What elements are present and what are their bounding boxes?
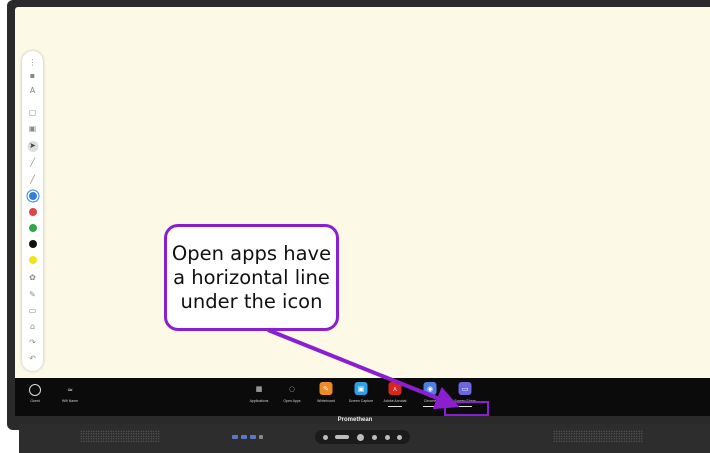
more-icon[interactable]: ⋮ <box>28 58 38 68</box>
pen-icon[interactable]: ╱ <box>28 158 38 168</box>
callout-box: Open apps have a horizontal line under t… <box>164 224 339 331</box>
select-icon-glyph: ➤ <box>27 141 38 152</box>
screen-share-app-icon[interactable]: ▭ <box>458 382 472 395</box>
color-red-dot <box>28 208 37 216</box>
whiteboard-canvas[interactable] <box>15 7 710 378</box>
wifi-label: Wifi Name <box>61 399 79 403</box>
eraser-icon-glyph: ▭ <box>28 306 37 315</box>
open-apps-icon[interactable]: ◌ <box>285 382 299 395</box>
screenshot: ⋮ ▪ A ▢ ▣ ➤ ╱ ╱ ✿ ✎ ▭ ⌂ ↷ ↶ Guest ≈ Wifi Name ▦ Applic… <box>0 0 710 453</box>
sensor-icon <box>322 434 328 440</box>
freeze-button[interactable] <box>397 434 403 440</box>
callout-line-2: a horizontal line <box>173 265 330 289</box>
page-icon-glyph: ▢ <box>28 108 37 117</box>
eraser-icon[interactable]: ▭ <box>28 306 38 316</box>
color-blue-swatch[interactable] <box>28 192 37 200</box>
save-icon[interactable]: ▪ <box>28 71 38 81</box>
color-green-dot <box>28 224 37 232</box>
app-label: Screen Capture <box>348 399 374 403</box>
highlighter-icon-glyph: ✎ <box>29 290 36 299</box>
select-icon[interactable]: ➤ <box>27 141 38 152</box>
whiteboard-toolbar: ⋮ ▪ A ▢ ▣ ➤ ╱ ╱ ✿ ✎ ▭ ⌂ ↷ ↶ <box>22 51 43 371</box>
user-icon[interactable] <box>29 384 41 396</box>
app-label: Whiteboard <box>317 399 335 403</box>
app-label: Chrome <box>423 399 437 403</box>
open-app-indicator <box>388 406 402 407</box>
color-red-swatch[interactable] <box>28 208 37 216</box>
front-ports <box>232 433 280 441</box>
usb-port <box>250 435 256 439</box>
app-label: Open Apps <box>283 399 301 403</box>
wifi-icon[interactable]: ≈ <box>64 383 77 396</box>
open-app-indicator <box>423 406 437 407</box>
pages-icon[interactable]: ▣ <box>28 124 38 134</box>
tools-icon-glyph: ⌂ <box>29 322 36 331</box>
audio-port <box>259 435 263 439</box>
callout-line-1: Open apps have <box>171 241 332 265</box>
palette-icon-glyph: ✿ <box>29 273 36 282</box>
usb-port <box>232 435 238 439</box>
more-icon-glyph: ⋮ <box>28 58 37 67</box>
whiteboard-app-icon[interactable]: ✎ <box>319 382 333 395</box>
acrobat-app-icon[interactable]: ⋏ <box>388 382 402 395</box>
input-button[interactable] <box>384 434 390 440</box>
pen-icon-glyph: ╱ <box>30 158 35 167</box>
pages-icon-glyph: ▣ <box>28 124 37 133</box>
save-icon-glyph: ▪ <box>29 71 36 80</box>
color-black-dot <box>28 240 37 248</box>
browser-app-icon[interactable]: ◉ <box>423 382 437 395</box>
color-yellow-dot <box>28 256 37 264</box>
page-icon[interactable]: ▢ <box>28 108 38 118</box>
callout-line-3: under the icon <box>180 289 323 313</box>
usb-port <box>241 435 247 439</box>
marker-icon-glyph: ╱ <box>30 175 35 184</box>
open-app-highlight <box>444 401 489 416</box>
app-label: Adobe Acrobat <box>383 399 407 403</box>
undo-icon-glyph: ↶ <box>29 354 36 363</box>
redo-icon[interactable]: ↷ <box>28 338 38 348</box>
speaker-grille-right <box>553 430 643 442</box>
color-blue-dot <box>28 192 37 200</box>
brand-logo: Promethean <box>337 417 373 423</box>
redo-icon-glyph: ↷ <box>29 338 36 347</box>
speaker-grille-left <box>80 430 160 442</box>
color-green-swatch[interactable] <box>28 224 37 232</box>
grid-icon[interactable]: ▦ <box>252 382 266 395</box>
screen-capture-app-icon[interactable]: ▣ <box>354 382 368 395</box>
marker-icon[interactable]: ╱ <box>28 175 38 185</box>
tools-icon[interactable]: ⌂ <box>28 322 38 332</box>
taskbar: Guest ≈ Wifi Name ▦ Applications ◌ Open App… <box>15 378 710 416</box>
power-button[interactable] <box>357 433 365 441</box>
palette-icon[interactable]: ✿ <box>28 273 38 283</box>
text-size-icon-glyph: A <box>29 86 36 95</box>
app-label: Applications <box>249 399 269 403</box>
color-yellow-swatch[interactable] <box>28 256 37 264</box>
highlighter-icon[interactable]: ✎ <box>28 290 38 300</box>
undo-icon[interactable]: ↶ <box>28 354 38 364</box>
home-button[interactable] <box>371 434 377 440</box>
user-label: Guest <box>30 399 40 403</box>
front-control-panel <box>315 430 410 444</box>
volume-icon[interactable] <box>335 435 350 439</box>
text-size-icon[interactable]: A <box>28 86 38 96</box>
color-black-swatch[interactable] <box>28 240 37 248</box>
